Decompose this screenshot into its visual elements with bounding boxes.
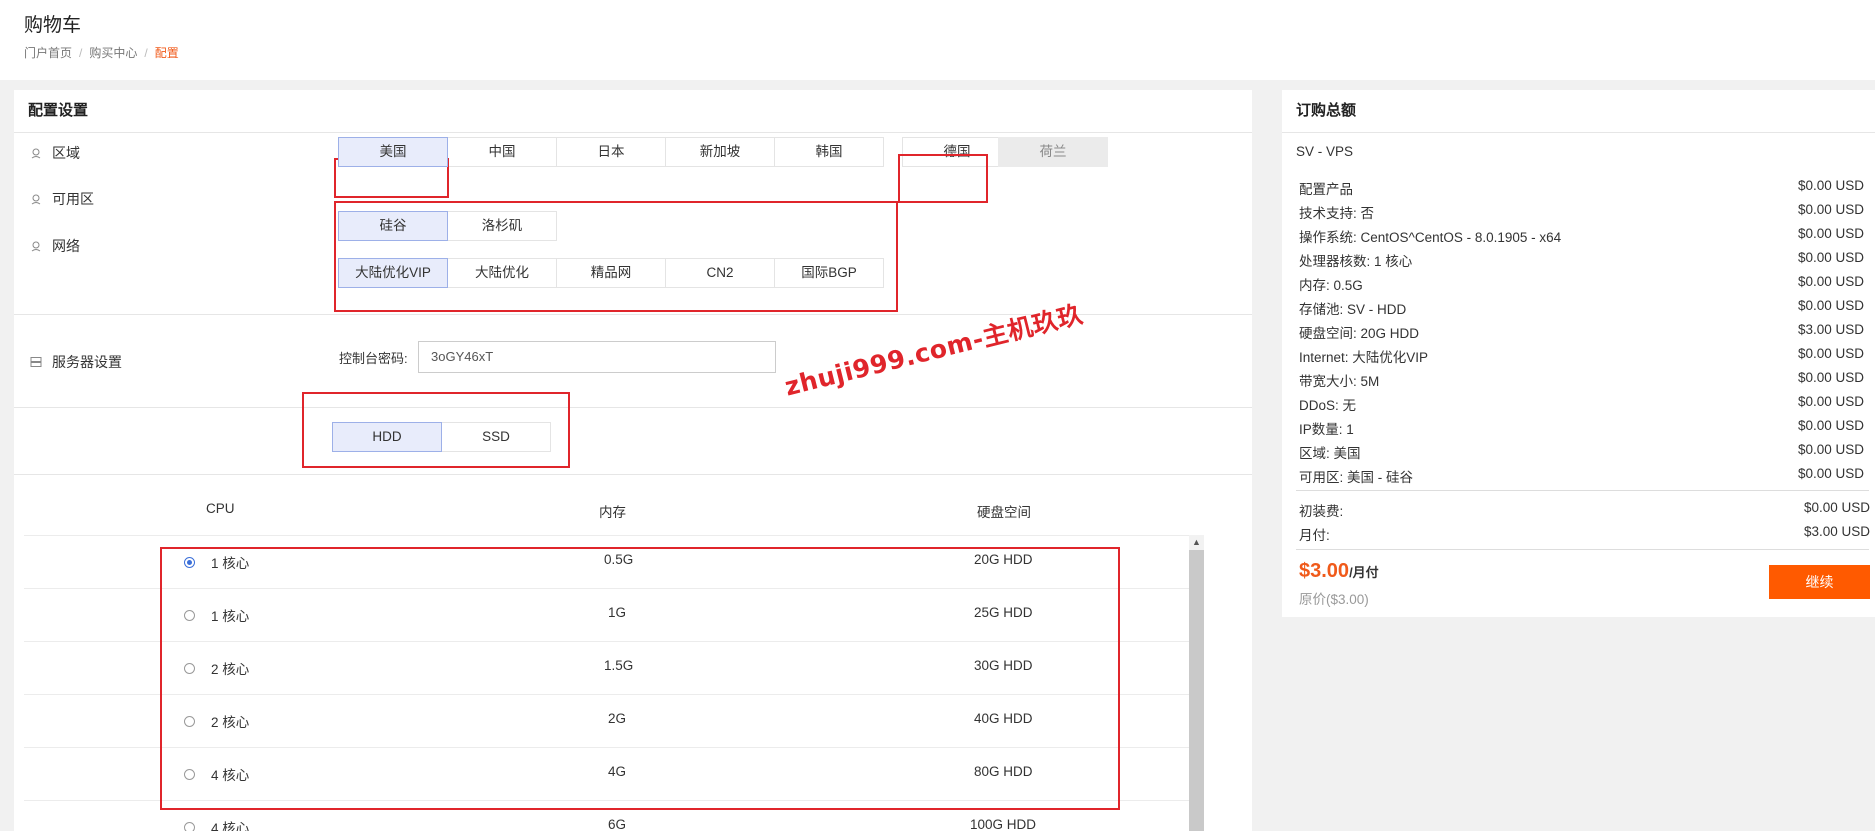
network-label: 网络 (52, 238, 80, 254)
server-settings-label: 服务器设置 (30, 352, 122, 372)
server-icon (30, 357, 42, 367)
region-selector: 美国 中国 日本 新加坡 韩国 (338, 137, 884, 167)
config-heading: 配置设置 (14, 90, 1252, 133)
highlight-box (898, 154, 988, 203)
page-title: 购物车 (24, 15, 82, 36)
original-price: 原价($3.00) (1299, 592, 1369, 607)
summary-line: 区域: 美国 $0.00 USD (1299, 442, 1864, 461)
column-header-cpu: CPU (206, 501, 235, 516)
region-label: 区域 (52, 145, 80, 161)
page-header: 购物车 门户首页 / 购买中心 / 配置 (0, 0, 1875, 80)
summary-divider (1296, 490, 1869, 491)
continue-button[interactable]: 继续 (1769, 565, 1870, 599)
location-icon (31, 194, 41, 205)
summary-line: 配置产品 $0.00 USD (1299, 178, 1864, 197)
region-option-kr[interactable]: 韩国 (774, 137, 884, 167)
column-header-memory: 内存 (599, 505, 626, 520)
breadcrumb: 门户首页 / 购买中心 / 配置 (24, 46, 179, 60)
breadcrumb-home-link[interactable]: 门户首页 (24, 46, 72, 60)
location-icon (31, 241, 41, 252)
zone-row-label: 可用区 (30, 189, 94, 209)
summary-line: 存储池: SV - HDD $0.00 USD (1299, 298, 1864, 317)
setup-fee-line: 初装费: $0.00 USD (1299, 500, 1870, 519)
summary-line: 技术支持: 否 $0.00 USD (1299, 202, 1864, 221)
password-input[interactable]: 3oGY46xT (418, 341, 776, 373)
total-price: $3.00/月付 (1299, 560, 1379, 582)
summary-heading: 订购总额 (1282, 90, 1875, 133)
summary-divider (1296, 549, 1869, 550)
plan-memory: 6G (608, 817, 627, 831)
summary-line: 带宽大小: 5M $0.00 USD (1299, 370, 1864, 389)
plan-cpu: 4 核心 (211, 821, 250, 831)
scroll-up-arrow-icon[interactable]: ▲ (1189, 535, 1204, 550)
region-option-nl[interactable]: 荷兰 (998, 137, 1108, 167)
plan-radio[interactable] (184, 822, 195, 831)
region-option-us[interactable]: 美国 (338, 137, 448, 167)
product-name: SV - VPS (1296, 144, 1354, 159)
breadcrumb-current: 配置 (154, 46, 179, 60)
column-header-disk: 硬盘空间 (977, 505, 1031, 520)
plan-list-scrollbar[interactable] (1189, 535, 1204, 831)
region-option-cn[interactable]: 中国 (447, 137, 557, 167)
network-option-vip[interactable]: 大陆优化VIP (338, 258, 448, 288)
location-icon (31, 148, 41, 159)
network-row-label: 网络 (30, 236, 80, 256)
region-option-sg[interactable]: 新加坡 (665, 137, 775, 167)
server-label-text: 服务器设置 (52, 354, 122, 370)
monthly-fee-line: 月付: $3.00 USD (1299, 524, 1870, 543)
region-option-jp[interactable]: 日本 (556, 137, 666, 167)
summary-line: 硬盘空间: 20G HDD $3.00 USD (1299, 322, 1864, 341)
zone-label: 可用区 (52, 191, 94, 207)
section-divider (14, 474, 1252, 475)
region-row-label: 区域 (30, 143, 80, 163)
total-price-unit: /月付 (1349, 565, 1379, 580)
summary-line: IP数量: 1 $0.00 USD (1299, 418, 1864, 437)
summary-line: 内存: 0.5G $0.00 USD (1299, 274, 1864, 293)
disk-option-hdd[interactable]: HDD (332, 422, 442, 452)
summary-line: 处理器核数: 1 核心 $0.00 USD (1299, 250, 1864, 269)
section-divider (14, 407, 1252, 408)
summary-line: 操作系统: CentOS^CentOS - 8.0.1905 - x64 $0.0… (1299, 226, 1864, 245)
summary-line: DDoS: 无 $0.00 USD (1299, 394, 1864, 413)
summary-line: 可用区: 美国 - 硅谷 $0.00 USD (1299, 466, 1864, 485)
highlight-box (160, 547, 1120, 810)
summary-line: Internet: 大陆优化VIP $0.00 USD (1299, 346, 1864, 365)
plan-disk: 100G HDD (970, 817, 1037, 831)
breadcrumb-shop-link[interactable]: 购买中心 (89, 46, 137, 60)
password-label: 控制台密码: (339, 351, 408, 366)
order-summary-panel: 订购总额 SV - VPS 配置产品 $0.00 USD 技术支持: 否 $0.00… (1282, 90, 1875, 617)
zone-option-silicon-valley[interactable]: 硅谷 (338, 211, 448, 241)
